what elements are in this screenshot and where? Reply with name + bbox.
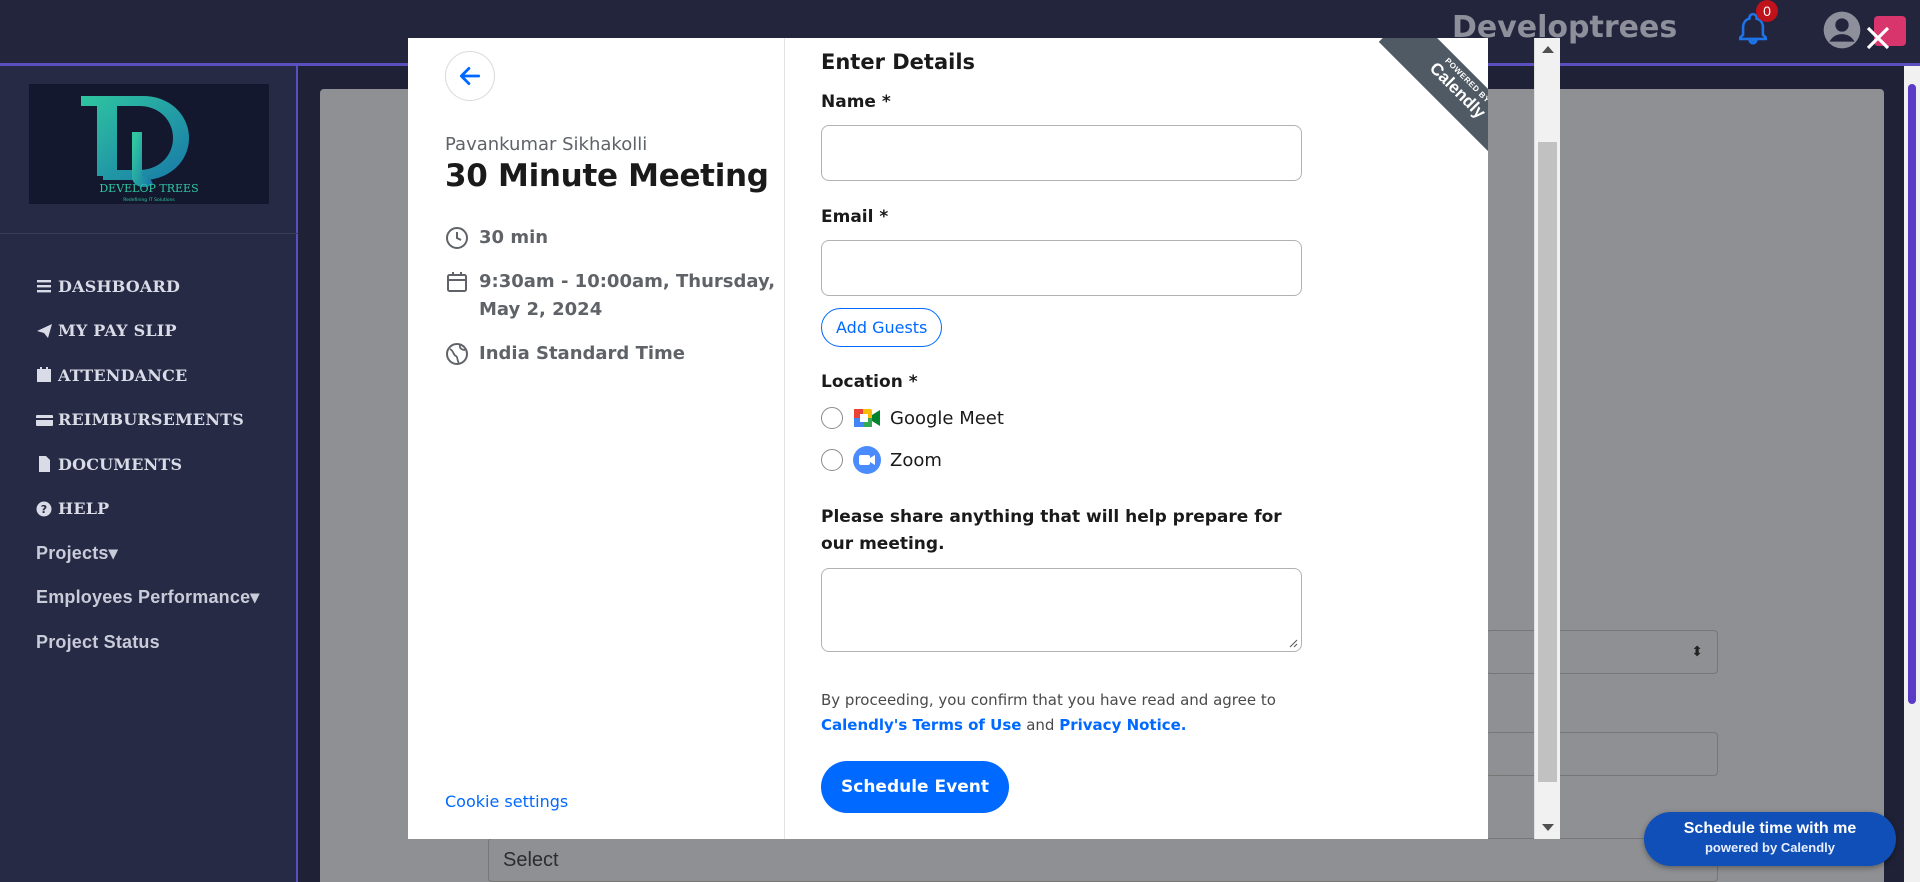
cookie-settings-link[interactable]: Cookie settings — [445, 792, 568, 811]
bars-icon — [37, 280, 51, 293]
svg-text:DEVELOP TREES: DEVELOP TREES — [99, 182, 198, 195]
credit-card-icon — [36, 414, 53, 426]
question-circle-icon: ? — [36, 501, 52, 517]
page-scrollbar[interactable] — [1904, 66, 1920, 882]
radio-button[interactable] — [821, 407, 843, 429]
duration-row: 30 min — [445, 224, 548, 252]
sidebar-item-attendance[interactable]: ATTENDANCE — [36, 353, 260, 398]
name-input[interactable] — [821, 125, 1302, 181]
terms-of-use-link[interactable]: Calendly's Terms of Use — [821, 716, 1021, 734]
sidebar-item-dashboard[interactable]: DASHBOARD — [36, 264, 260, 309]
file-icon — [39, 456, 50, 473]
event-details-panel: Pavankumar Sikhakolli 30 Minute Meeting … — [408, 38, 785, 839]
background-field[interactable] — [1486, 732, 1718, 776]
privacy-notice-link[interactable]: Privacy Notice. — [1059, 716, 1186, 734]
ribbon-brand-text: Calendly — [1425, 58, 1488, 123]
sidebar-item-documents[interactable]: DOCUMENTS — [36, 442, 260, 487]
close-modal-icon[interactable] — [1858, 18, 1898, 58]
email-label: Email * — [821, 207, 889, 227]
svg-text:?: ? — [41, 503, 48, 516]
location-label: Location * — [821, 372, 918, 392]
duration-text: 30 min — [479, 227, 549, 248]
sidebar-item-projects[interactable]: Projects▾ — [36, 531, 260, 576]
calendly-badge-button[interactable]: Schedule time with me powered by Calendl… — [1644, 812, 1896, 866]
datetime-line2: May 2, 2024 — [479, 299, 603, 320]
badge-title: Schedule time with me — [1683, 820, 1857, 837]
scroll-up-arrow-icon[interactable] — [1542, 46, 1554, 53]
modal-scrollbar[interactable] — [1534, 38, 1560, 839]
background-select[interactable]: ⬍ — [1486, 630, 1718, 674]
calendar-icon — [447, 272, 467, 292]
sidebar-item-my-pay-slip[interactable]: MY PAY SLIP — [36, 309, 260, 354]
select-arrows-icon: ⬍ — [1691, 643, 1703, 659]
event-title: 30 Minute Meeting — [445, 158, 769, 194]
sidebar-item-label: Projects▾ — [36, 542, 118, 563]
legal-and: and — [1026, 716, 1055, 734]
sidebar-item-label: DASHBOARD — [58, 276, 181, 296]
select-placeholder: Select — [503, 849, 559, 871]
sidebar: DEVELOP TREES Redefining IT Solutions DA… — [0, 66, 298, 882]
paper-plane-icon — [37, 323, 52, 338]
globe-icon — [446, 343, 468, 365]
scroll-down-arrow-icon[interactable] — [1542, 824, 1554, 831]
arrow-left-icon — [459, 67, 481, 85]
ribbon-band: POWERED BY Calendly — [1378, 38, 1488, 168]
badge-subtitle: powered by Calendly — [1704, 840, 1836, 855]
modal-scrollbar-thumb[interactable] — [1538, 142, 1557, 782]
schedule-event-button[interactable]: Schedule Event — [821, 761, 1009, 813]
add-guests-button[interactable]: Add Guests — [821, 308, 943, 347]
notes-textarea[interactable] — [821, 568, 1302, 652]
resize-grip-icon[interactable] — [1288, 638, 1298, 648]
notes-label: Please share anything that will help pre… — [821, 507, 1282, 554]
location-option-label: Google Meet — [890, 407, 1004, 429]
location-option-zoom[interactable]: Zoom — [821, 445, 942, 475]
form-heading: Enter Details — [821, 50, 976, 74]
notification-count-badge: 0 — [1756, 0, 1778, 22]
legal-text: By proceeding, you confirm that you have… — [821, 691, 1276, 709]
sidebar-item-help[interactable]: ? HELP — [36, 487, 260, 532]
calendar-icon — [37, 367, 51, 383]
page-scrollbar-thumb[interactable] — [1908, 84, 1916, 704]
sidebar-item-employees-performance[interactable]: Employees Performance▾ — [36, 576, 260, 621]
zoom-icon — [853, 446, 881, 474]
email-input[interactable] — [821, 240, 1302, 296]
datetime-row: 9:30am - 10:00am, Thursday, May 2, 2024 — [445, 268, 775, 324]
name-label: Name * — [821, 92, 891, 112]
sidebar-item-label: REIMBURSEMENTS — [58, 410, 245, 430]
back-button[interactable] — [445, 51, 495, 101]
sidebar-divider — [0, 233, 298, 234]
powered-by-calendly-ribbon[interactable]: POWERED BY Calendly — [1358, 38, 1488, 168]
sidebar-item-label: Employees Performance▾ — [36, 587, 260, 608]
company-logo: DEVELOP TREES Redefining IT Solutions — [29, 84, 269, 204]
sidebar-nav: DASHBOARD MY PAY SLIP ATTENDANCE REIMBUR… — [36, 264, 260, 665]
sidebar-item-label: Project Status — [36, 631, 160, 652]
timezone-text: India Standard Time — [479, 343, 685, 364]
datetime-line1: 9:30am - 10:00am, Thursday, — [479, 271, 776, 292]
scheduling-modal: Pavankumar Sikhakolli 30 Minute Meeting … — [408, 38, 1488, 839]
sidebar-item-label: ATTENDANCE — [58, 365, 188, 385]
radio-button[interactable] — [821, 449, 843, 471]
clock-icon — [446, 227, 468, 249]
sidebar-item-reimbursements[interactable]: REIMBURSEMENTS — [36, 398, 260, 443]
svg-text:Redefining IT Solutions: Redefining IT Solutions — [123, 197, 175, 203]
sidebar-item-label: HELP — [58, 499, 110, 519]
location-option-label: Zoom — [890, 449, 942, 471]
timezone-row: India Standard Time — [445, 340, 685, 368]
sidebar-item-label: DOCUMENTS — [58, 454, 183, 474]
location-option-google-meet[interactable]: Google Meet — [821, 403, 1004, 433]
sidebar-item-project-status[interactable]: Project Status — [36, 620, 260, 665]
user-avatar-icon[interactable] — [1822, 10, 1862, 50]
host-name: Pavankumar Sikhakolli — [445, 134, 648, 155]
sidebar-item-label: MY PAY SLIP — [58, 321, 177, 341]
background-select-bottom[interactable]: Select — [488, 838, 1718, 882]
legal-notice: By proceeding, you confirm that you have… — [821, 688, 1321, 738]
google-meet-icon — [854, 409, 880, 427]
